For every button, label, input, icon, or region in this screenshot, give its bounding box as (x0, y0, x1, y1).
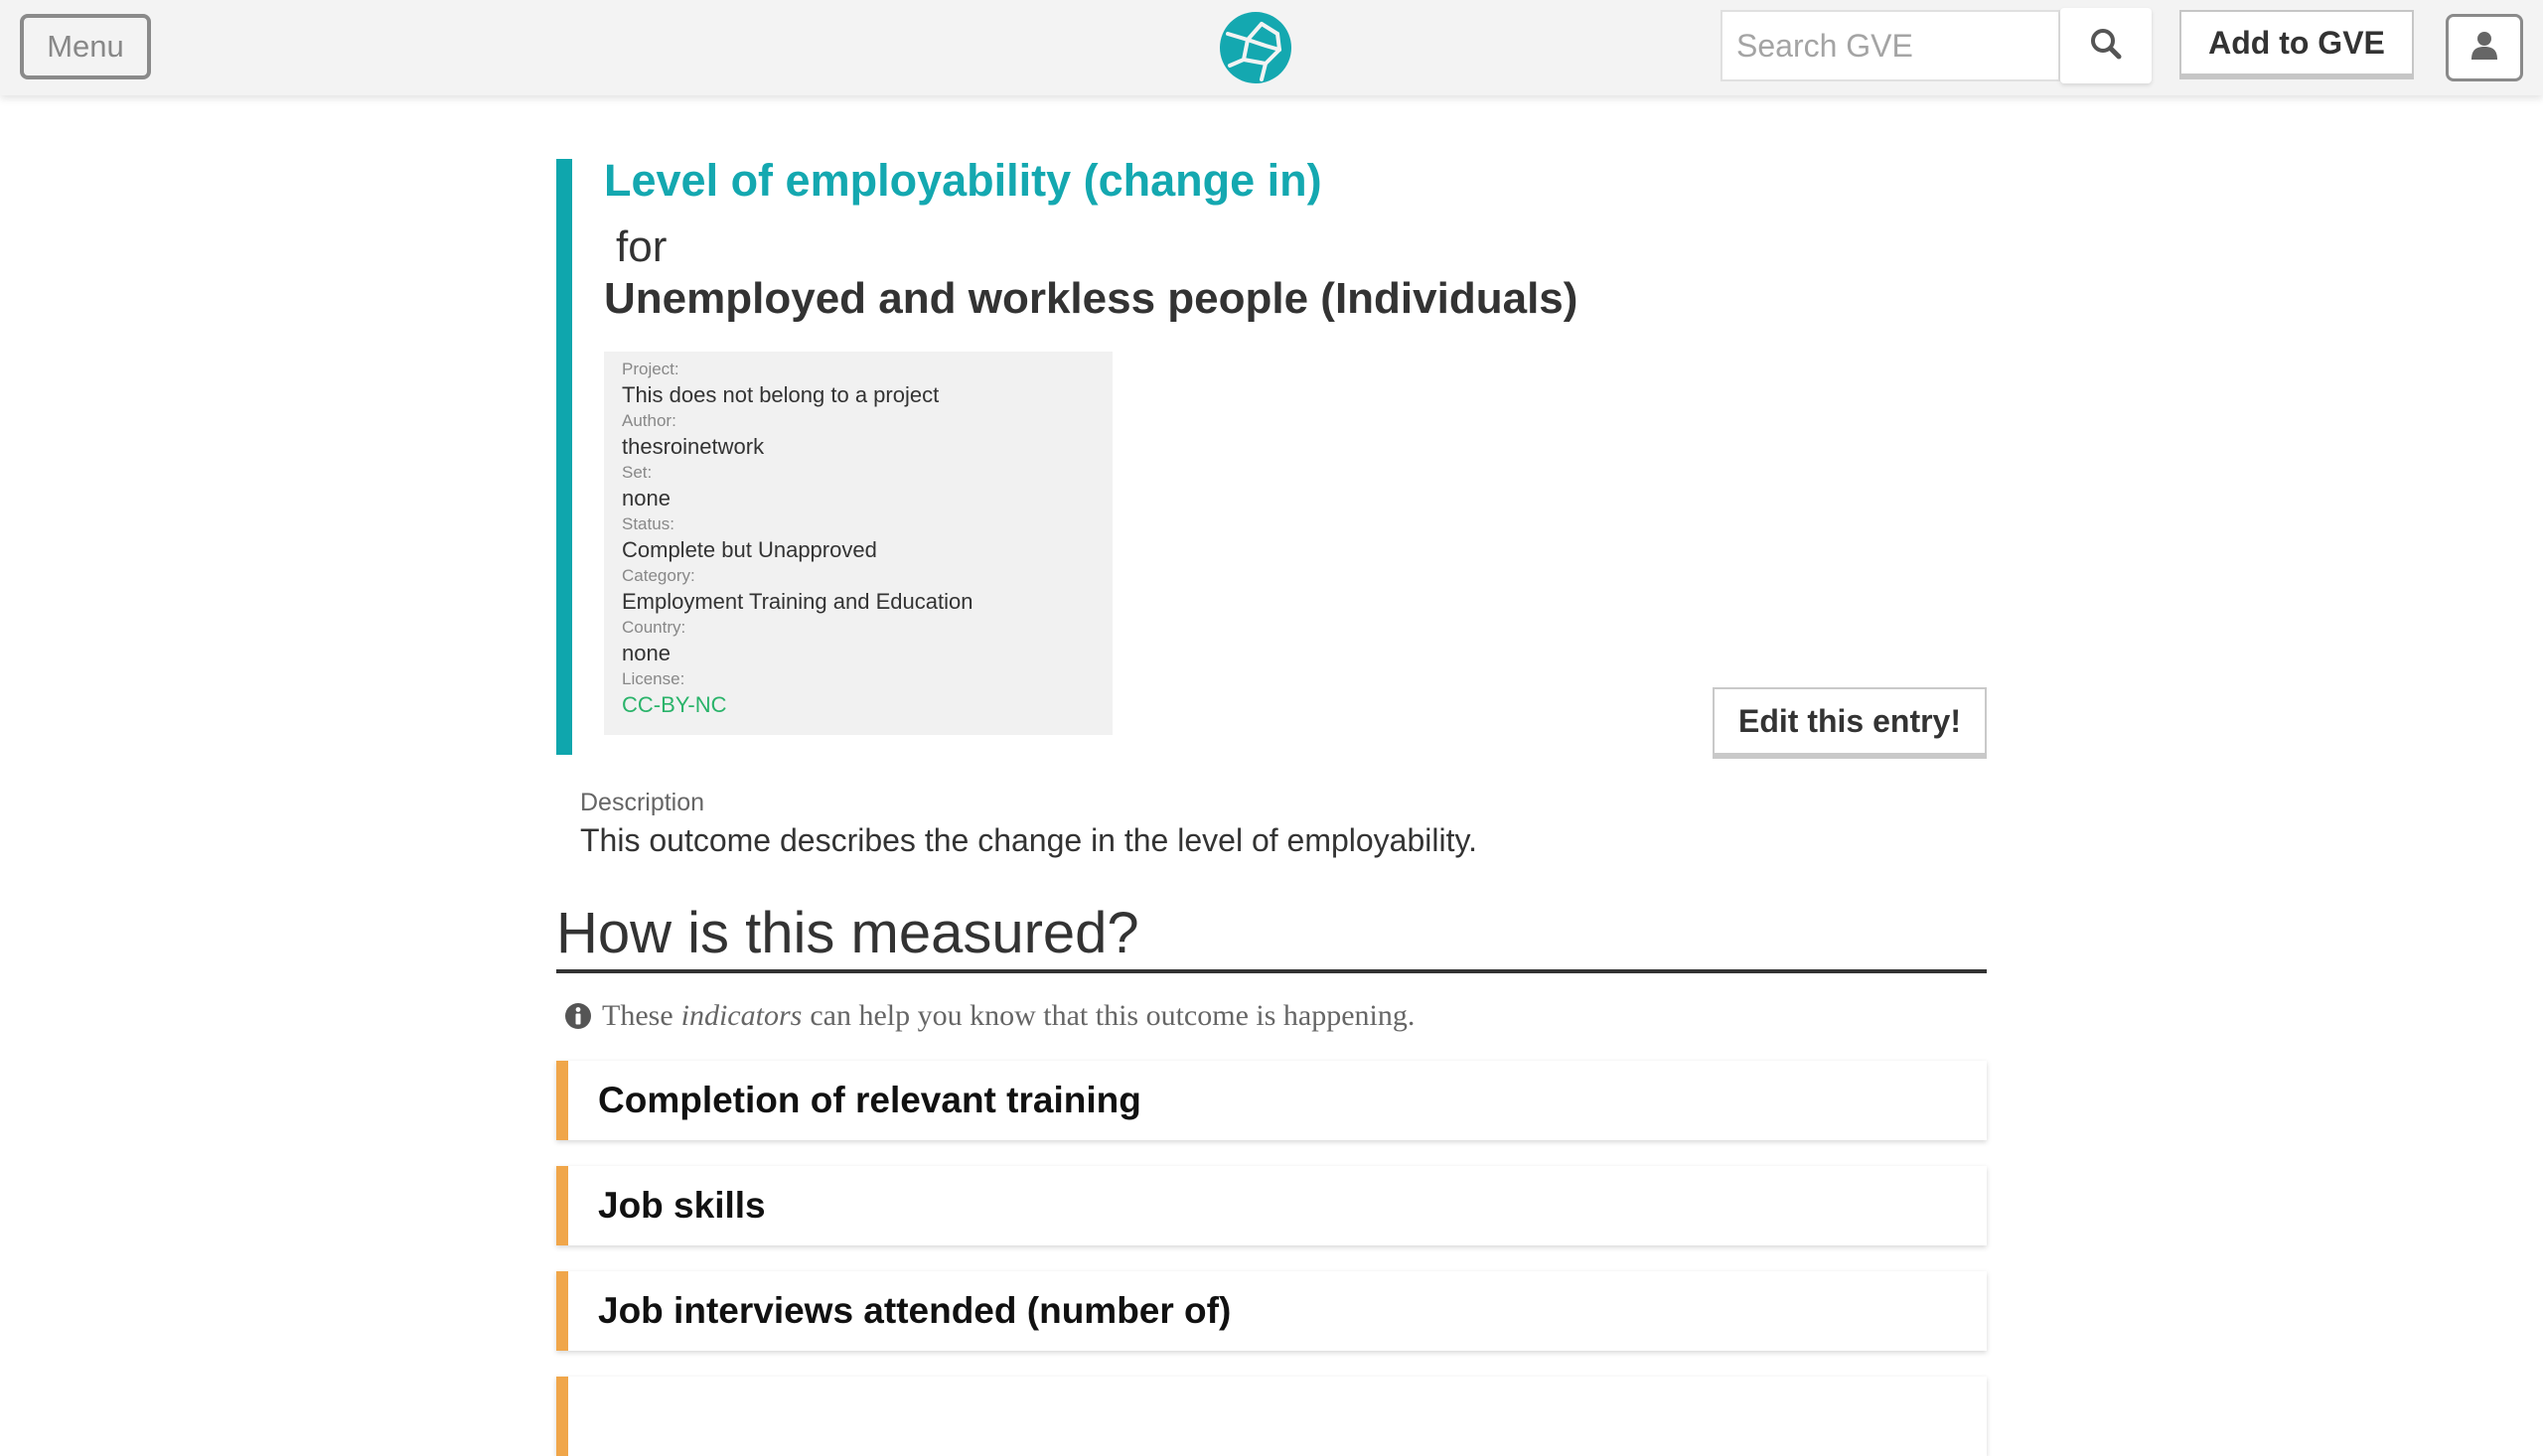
globe-network-logo-icon[interactable] (1218, 10, 1293, 85)
set-label: Set: (622, 463, 653, 482)
menu-button[interactable]: Menu (20, 14, 151, 79)
author-label: Author: (622, 411, 676, 430)
indicator-item[interactable]: Job interviews attended (number of) (556, 1271, 1987, 1351)
category-label: Category: (622, 566, 695, 585)
outcome-title: Level of employability (change in) (604, 155, 1322, 206)
project-value: This does not belong to a project (622, 382, 940, 407)
license-link[interactable]: CC-BY-NC (622, 692, 727, 717)
search-icon (2089, 27, 2123, 66)
hint-text-post: can help you know that this outcome is h… (810, 999, 1416, 1032)
set-value: none (622, 486, 671, 510)
info-icon (564, 1002, 592, 1030)
for-label: for (616, 222, 668, 271)
outcome-accent-bar (556, 159, 572, 755)
search-input[interactable] (1720, 10, 2060, 81)
measured-section-title: How is this measured? (556, 898, 1987, 973)
description-label: Description (580, 789, 705, 816)
hint-text-emphasis: indicators (680, 999, 803, 1032)
license-label: License: (622, 669, 685, 688)
description-text: This outcome describes the change in the… (580, 822, 1477, 858)
country-value: none (622, 641, 671, 665)
indicators-hint: These indicators can help you know that … (564, 999, 1415, 1033)
metadata-panel: Project: This does not belong to a proje… (604, 352, 1113, 735)
status-label: Status: (622, 514, 674, 533)
indicator-item[interactable]: Job skills (556, 1166, 1987, 1245)
add-to-gve-button[interactable]: Add to GVE (2179, 10, 2414, 79)
user-menu-button[interactable] (2446, 14, 2523, 81)
edit-entry-button[interactable]: Edit this entry! (1713, 687, 1987, 759)
user-icon (2470, 31, 2498, 66)
author-value: thesroinetwork (622, 434, 765, 459)
status-value: Complete but Unapproved (622, 537, 877, 562)
project-label: Project: (622, 360, 679, 378)
category-value: Employment Training and Education (622, 589, 973, 614)
country-label: Country: (622, 618, 686, 637)
stakeholder-title: Unemployed and workless people (Individu… (604, 274, 1578, 323)
hint-text-pre: These (602, 999, 673, 1032)
indicator-item-partial[interactable] (556, 1377, 1987, 1456)
top-navbar: Menu Add to GVE (0, 0, 2543, 95)
indicator-item[interactable]: Completion of relevant training (556, 1061, 1987, 1140)
search-button[interactable] (2060, 8, 2152, 83)
